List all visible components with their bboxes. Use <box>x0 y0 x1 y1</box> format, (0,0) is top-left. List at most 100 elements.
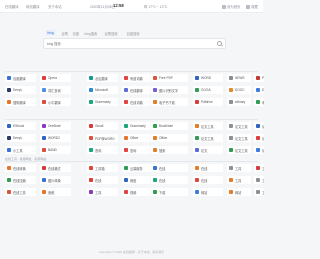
search-box <box>43 38 226 49</box>
site-link[interactable]: Grammarly <box>122 122 150 130</box>
top-link-about[interactable]: 关于本站 <box>48 4 62 9</box>
engine-tab-bing-search[interactable]: bing搜索 <box>83 30 99 36</box>
site-link[interactable]: Free PDF <box>151 74 188 82</box>
site-favicon-icon <box>229 124 233 128</box>
site-link-label: 工具 <box>262 166 264 171</box>
site-favicon-icon <box>42 100 46 104</box>
site-link[interactable]: 云端服务 <box>122 164 150 172</box>
site-link[interactable]: GOGA <box>193 86 223 94</box>
top-link-translate[interactable]: 在线翻译 <box>5 4 19 9</box>
site-link[interactable]: BAND <box>40 146 71 154</box>
site-link[interactable]: BookNote <box>151 122 188 130</box>
site-link[interactable]: 电子书 <box>254 98 264 106</box>
site-link[interactable]: WORD2 <box>40 134 71 142</box>
site-link[interactable]: 在线压缩 <box>5 176 36 184</box>
site-link-label: 论文 <box>262 124 264 129</box>
site-link[interactable]: NEWS <box>227 74 251 82</box>
site-link-label: 论文 <box>201 148 208 153</box>
site-link[interactable]: Docs <box>254 86 264 94</box>
site-link[interactable]: 在线 <box>193 164 223 172</box>
link-row: 小工具 BAND 查询 查询 搜索 论文 论文工具 论文 <box>0 146 264 154</box>
site-link[interactable]: 网站 <box>227 188 251 196</box>
site-link[interactable]: 在线词典 <box>122 98 150 106</box>
site-link[interactable]: PDF转WORD <box>87 134 118 142</box>
site-link[interactable]: Office <box>151 134 188 142</box>
site-link[interactable]: OneNote <box>40 122 71 130</box>
site-link[interactable]: 必应翻译 <box>87 74 118 82</box>
site-link[interactable]: 小牛翻译 <box>40 98 71 106</box>
search-icon[interactable] <box>217 41 222 46</box>
site-link[interactable]: 论文 <box>254 134 264 142</box>
site-link[interactable]: 图片识别文字 <box>151 86 188 94</box>
site-link[interactable]: DOOC <box>227 86 251 94</box>
site-link-label: Pdfdrive <box>201 100 213 104</box>
site-link[interactable]: zlibrary <box>227 98 251 106</box>
site-link[interactable]: PDF <box>254 74 264 82</box>
site-link[interactable]: 工具 <box>87 188 118 196</box>
site-link[interactable]: 论文 <box>254 146 264 154</box>
bookmark-link[interactable]: 收藏 <box>246 4 258 9</box>
site-link[interactable]: 论文工具 <box>227 122 251 130</box>
site-link[interactable]: 在线工具 <box>5 188 36 196</box>
site-link[interactable]: Office <box>122 134 150 142</box>
site-link[interactable]: ESbook <box>5 122 36 130</box>
site-link[interactable]: 工具 <box>254 188 264 196</box>
site-link[interactable]: Microsoft <box>87 86 118 94</box>
engine-tab-bing[interactable]: bing <box>46 30 56 35</box>
site-link[interactable]: 在线格式 <box>40 164 71 172</box>
engine-tab-baidu[interactable]: 百度 <box>71 30 81 36</box>
site-link[interactable]: 在线 <box>151 164 188 172</box>
site-link[interactable]: DeepL <box>5 134 36 142</box>
search-engine-tabs: bing 谷歌 百度 bing搜索 谷歌搜索 百度搜索 <box>43 30 226 37</box>
site-link[interactable]: 在线转换 <box>5 164 36 172</box>
site-link[interactable]: 论文工具 <box>193 122 223 130</box>
site-link[interactable]: DeepL <box>5 86 36 94</box>
site-link[interactable]: 论文工具 <box>193 134 223 142</box>
site-favicon-icon <box>153 88 157 92</box>
site-link-label: 下载 <box>159 190 166 195</box>
site-link[interactable]: 网盘 <box>122 176 150 184</box>
site-link[interactable]: WORD <box>193 74 223 82</box>
site-link[interactable]: 工具 <box>254 176 264 184</box>
site-link[interactable]: 音频 <box>40 188 71 196</box>
site-link[interactable]: Opera <box>40 74 71 82</box>
site-link[interactable]: 在线翻译 <box>122 86 150 94</box>
site-link[interactable]: 图片转换 <box>40 176 71 184</box>
site-link[interactable]: 在线 <box>193 176 223 184</box>
site-favicon-icon <box>89 124 93 128</box>
site-link[interactable]: Grammarly <box>87 98 118 106</box>
site-favicon-icon <box>153 76 157 80</box>
site-link[interactable]: 电子书下载 <box>151 98 188 106</box>
site-link[interactable]: 查询 <box>122 146 150 154</box>
site-link[interactable]: 论文 <box>254 122 264 130</box>
site-link[interactable]: 视频 <box>122 188 150 196</box>
site-link[interactable]: 词汇查询 <box>40 86 71 94</box>
site-link[interactable]: 网站 <box>193 188 223 196</box>
set-homepage-link[interactable]: 设为首页 <box>222 4 241 9</box>
site-link[interactable]: 查询 <box>87 146 118 154</box>
site-link[interactable]: 论文 <box>193 146 223 154</box>
site-link[interactable]: 工具箱 <box>87 164 118 172</box>
site-link[interactable]: 下载 <box>151 188 188 196</box>
site-link[interactable]: Gmail <box>87 122 118 130</box>
site-link[interactable]: 工具 <box>227 164 251 172</box>
site-link[interactable]: 有道词典 <box>122 74 150 82</box>
site-link[interactable]: 百度翻译 <box>5 74 36 82</box>
engine-tab-google[interactable]: 谷歌 <box>60 30 70 36</box>
site-link[interactable]: 小工具 <box>5 146 36 154</box>
site-link-label: 在线格式 <box>48 166 61 171</box>
site-link[interactable]: 论文工具 <box>227 134 251 142</box>
top-link-web-translate[interactable]: 网页翻译 <box>26 4 40 9</box>
search-input[interactable] <box>47 41 207 47</box>
site-link[interactable]: 工具 <box>227 176 251 184</box>
site-link-label: 在线 <box>201 166 208 171</box>
engine-tab-google-search[interactable]: 谷歌搜索 <box>103 30 119 36</box>
site-link[interactable]: 论文工具 <box>227 146 251 154</box>
engine-tab-baidu-search[interactable]: 百度搜索 <box>125 30 141 36</box>
site-link[interactable]: 在线 <box>151 176 188 184</box>
site-link[interactable]: 搜狗翻译 <box>5 98 36 106</box>
site-link[interactable]: 搜索 <box>151 146 188 154</box>
site-link[interactable]: 在线 <box>87 176 118 184</box>
site-link[interactable]: Pdfdrive <box>193 98 223 106</box>
site-link[interactable]: 工具 <box>254 164 264 172</box>
